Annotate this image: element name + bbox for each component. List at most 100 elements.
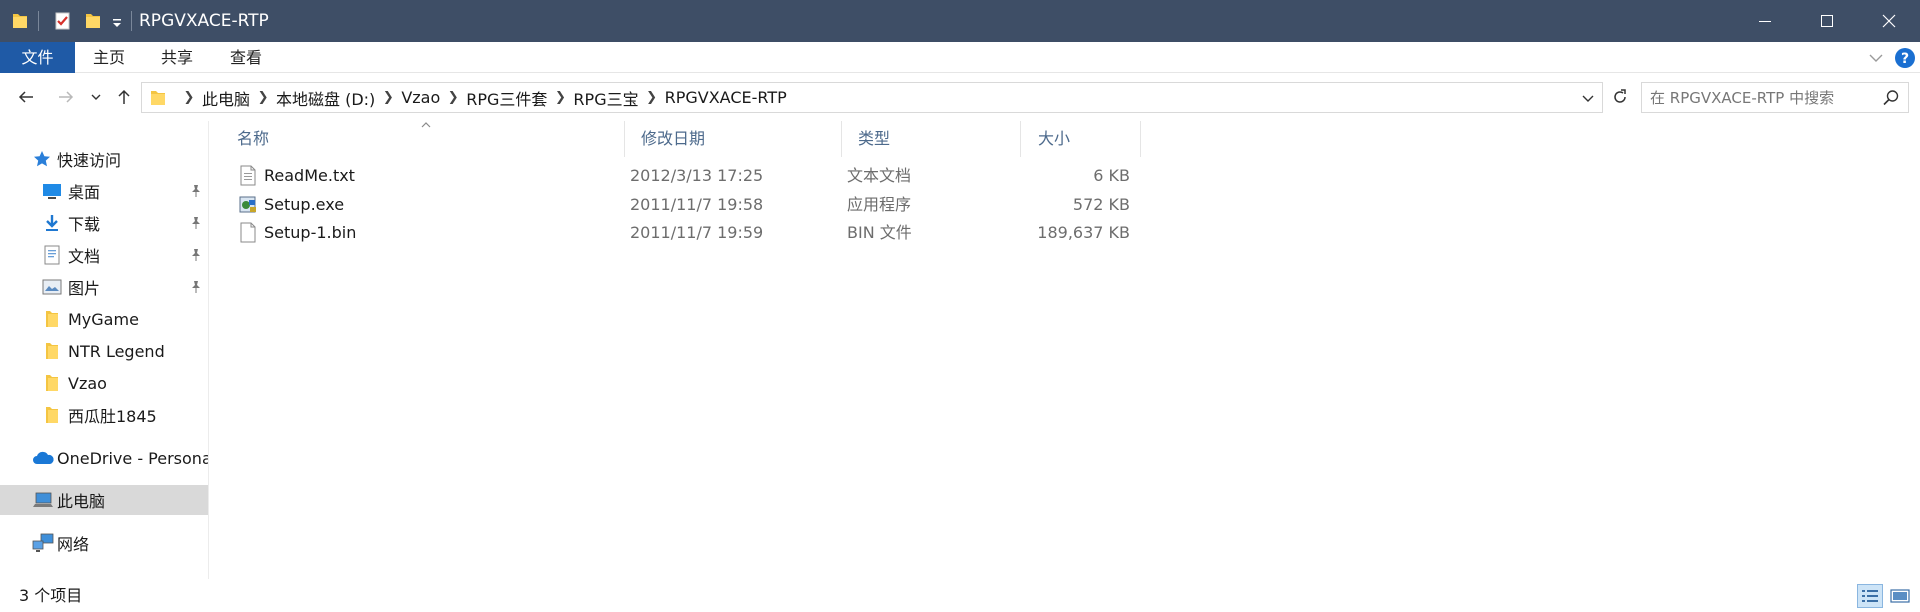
file-size: 572 KB [1072, 195, 1130, 214]
folder-icon [10, 11, 30, 31]
pin-icon[interactable] [189, 184, 203, 198]
tab-file[interactable]: 文件 [0, 42, 75, 73]
breadcrumb: ❯ 此电脑 ❯ 本地磁盘 (D:) ❯ Vzao ❯ RPG三件套 ❯ RPG三… [176, 83, 787, 112]
nav-label: Vzao [68, 373, 107, 393]
file-type: BIN 文件 [847, 223, 912, 242]
details-view-button[interactable] [1857, 584, 1883, 608]
tab-home[interactable]: 主页 [75, 42, 143, 73]
tab-view[interactable]: 查看 [211, 42, 281, 73]
address-dropdown-button[interactable] [1580, 89, 1596, 107]
svg-text:?: ? [1901, 51, 1909, 67]
nav-onedrive[interactable]: OneDrive - Persona [0, 443, 208, 473]
breadcrumb-separator-icon[interactable]: ❯ [547, 90, 573, 105]
breadcrumb-rpg-suite[interactable]: RPG三件套 [466, 86, 547, 110]
quick-access-toolbar [8, 0, 138, 42]
new-folder-icon[interactable] [83, 11, 103, 31]
status-bar: 3 个项目 [0, 579, 1920, 612]
nav-item-vzao[interactable]: Vzao [0, 368, 208, 398]
nav-item-downloads[interactable]: 下载 [0, 208, 208, 238]
nav-label: NTR Legend [68, 341, 165, 361]
column-header-type[interactable]: 类型 [830, 121, 1030, 157]
table-row[interactable]: Setup.exe 2011/11/7 19:58 应用程序 572 KB [230, 190, 1350, 219]
column-divider[interactable] [1140, 121, 1141, 157]
table-row[interactable]: ReadMe.txt 2012/3/13 17:25 文本文档 6 KB [230, 161, 1350, 190]
nav-item-xiguadu[interactable]: 西瓜肚1845 [0, 400, 208, 430]
address-bar[interactable]: ❯ 此电脑 ❯ 本地磁盘 (D:) ❯ Vzao ❯ RPG三件套 ❯ RPG三… [141, 82, 1603, 113]
table-row[interactable]: Setup-1.bin 2011/11/7 19:59 BIN 文件 189,6… [230, 218, 1350, 247]
nav-label: 桌面 [68, 183, 101, 202]
nav-item-pictures[interactable]: 图片 [0, 272, 208, 302]
pin-icon[interactable] [189, 216, 203, 230]
network-icon [31, 533, 55, 553]
expand-ribbon-button[interactable] [1866, 48, 1886, 68]
ribbon-tabs: 文件 主页 共享 查看 ? [0, 42, 1920, 73]
address-row: ❯ 此电脑 ❯ 本地磁盘 (D:) ❯ Vzao ❯ RPG三件套 ❯ RPG三… [0, 73, 1920, 121]
toolbar-divider [131, 11, 132, 31]
nav-label: 西瓜肚1845 [68, 407, 157, 426]
title-bar: RPGVXACE-RTP [0, 0, 1920, 42]
nav-item-mygame[interactable]: MyGame [0, 304, 208, 334]
minimize-button[interactable] [1734, 0, 1796, 42]
nav-network[interactable]: 网络 [0, 528, 208, 558]
breadcrumb-separator-icon[interactable]: ❯ [250, 90, 276, 105]
arrow-right-icon [59, 91, 74, 103]
nav-label: MyGame [68, 309, 139, 329]
properties-icon[interactable] [53, 11, 73, 31]
column-header-date[interactable]: 修改日期 [603, 121, 841, 157]
file-name: Setup.exe [264, 195, 345, 214]
pin-icon[interactable] [189, 280, 203, 294]
close-button[interactable] [1858, 0, 1920, 42]
breadcrumb-separator-icon[interactable]: ❯ [440, 90, 466, 105]
file-size: 189,637 KB [1037, 223, 1130, 242]
forward-button[interactable] [50, 82, 82, 112]
pictures-icon [42, 277, 62, 297]
folder-icon [42, 309, 62, 329]
breadcrumb-separator-icon[interactable]: ❯ [176, 90, 202, 105]
documents-icon [42, 245, 62, 265]
ribbon-controls: ? [1866, 42, 1916, 73]
text-file-icon [240, 165, 256, 186]
back-button[interactable] [10, 82, 42, 112]
window-title: RPGVXACE-RTP [139, 11, 269, 31]
column-header-name[interactable]: 名称 [210, 121, 624, 157]
download-icon [42, 213, 62, 233]
breadcrumb-separator-icon[interactable]: ❯ [639, 90, 665, 105]
item-count: 3 个项目 [19, 586, 83, 605]
blank-file-icon [240, 222, 256, 243]
breadcrumb-rpg-treasures[interactable]: RPG三宝 [573, 86, 638, 110]
large-icons-view-button[interactable] [1887, 584, 1913, 608]
folder-icon [42, 405, 62, 425]
close-icon [1882, 14, 1896, 28]
file-size: 6 KB [1093, 166, 1130, 185]
search-box[interactable] [1641, 82, 1909, 113]
chevron-down-icon [1582, 95, 1594, 102]
nav-item-desktop[interactable]: 桌面 [0, 176, 208, 206]
up-button[interactable] [110, 82, 138, 112]
file-date: 2011/11/7 19:58 [630, 195, 764, 214]
breadcrumb-this-pc[interactable]: 此电脑 [202, 86, 250, 110]
customize-toolbar-icon[interactable] [111, 11, 123, 31]
refresh-button[interactable] [1606, 82, 1634, 112]
search-icon[interactable] [1882, 89, 1900, 107]
file-name: Setup-1.bin [264, 223, 357, 242]
recent-locations-button[interactable] [86, 82, 106, 112]
maximize-button[interactable] [1796, 0, 1858, 42]
column-header-size[interactable]: 大小 [1010, 121, 1140, 157]
breadcrumb-separator-icon[interactable]: ❯ [375, 90, 401, 105]
search-input[interactable] [1650, 86, 1870, 109]
nav-item-documents[interactable]: 文档 [0, 240, 208, 270]
tab-share[interactable]: 共享 [143, 42, 211, 73]
breadcrumb-drive-d[interactable]: 本地磁盘 (D:) [276, 86, 375, 110]
details-view-icon [1862, 590, 1878, 602]
nav-this-pc[interactable]: 此电脑 [0, 485, 208, 515]
nav-label: 文档 [68, 247, 101, 266]
nav-label: 网络 [57, 535, 90, 554]
help-button[interactable]: ? [1894, 47, 1916, 69]
folder-icon [42, 341, 62, 361]
nav-quick-access[interactable]: 快速访问 [0, 144, 208, 174]
large-icons-view-icon [1890, 589, 1910, 603]
nav-item-ntr-legend[interactable]: NTR Legend [0, 336, 208, 366]
pin-icon[interactable] [189, 248, 203, 262]
breadcrumb-vzao[interactable]: Vzao [401, 88, 440, 107]
breadcrumb-current-folder[interactable]: RPGVXACE-RTP [665, 88, 787, 107]
